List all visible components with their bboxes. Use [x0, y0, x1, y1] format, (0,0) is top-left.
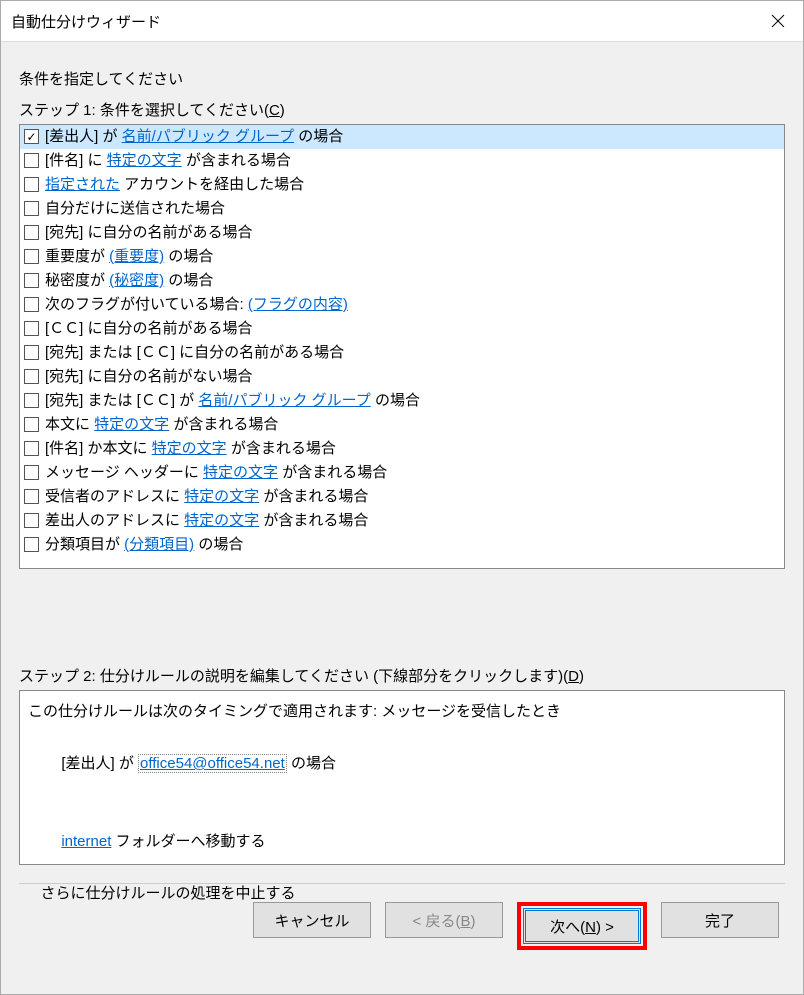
close-button[interactable] [753, 1, 803, 41]
close-icon [771, 14, 785, 28]
condition-text: 次のフラグが付いている場合: (フラグの内容) [45, 293, 348, 317]
condition-checkbox[interactable] [24, 417, 39, 432]
condition-text: [件名] に 特定の文字 が含まれる場合 [45, 149, 291, 173]
condition-text: 自分だけに送信された場合 [45, 197, 225, 221]
condition-row[interactable]: [宛先] に自分の名前がある場合 [20, 221, 784, 245]
window-title: 自動仕分けウィザード [11, 11, 753, 32]
dialog-body: 条件を指定してください ステップ 1: 条件を選択してください(C) [差出人]… [1, 42, 803, 994]
condition-checkbox[interactable] [24, 273, 39, 288]
condition-text: [宛先] に自分の名前がない場合 [45, 365, 253, 389]
condition-link[interactable]: 指定された [45, 176, 120, 193]
condition-text: 差出人のアドレスに 特定の文字 が含まれる場合 [45, 509, 368, 533]
condition-text: [宛先] または [ＣＣ] に自分の名前がある場合 [45, 341, 344, 365]
condition-checkbox[interactable] [24, 513, 39, 528]
condition-checkbox[interactable] [24, 177, 39, 192]
rule-description-box[interactable]: この仕分けルールは次のタイミングで適用されます: メッセージを受信したとき [差… [19, 690, 785, 865]
condition-row[interactable]: 次のフラグが付いている場合: (フラグの内容) [20, 293, 784, 317]
condition-checkbox[interactable] [24, 465, 39, 480]
condition-text: 秘密度が (秘密度) の場合 [45, 269, 213, 293]
condition-text: 重要度が (重要度) の場合 [45, 245, 213, 269]
step1-label: ステップ 1: 条件を選択してください(C) [19, 99, 785, 120]
condition-text: [差出人] が 名前/パブリック グループ の場合 [45, 125, 343, 149]
condition-checkbox[interactable] [24, 129, 39, 144]
condition-row[interactable]: 秘密度が (秘密度) の場合 [20, 269, 784, 293]
condition-link[interactable]: (重要度) [109, 248, 164, 265]
condition-checkbox[interactable] [24, 153, 39, 168]
condition-link[interactable]: 特定の文字 [203, 464, 278, 481]
condition-text: [宛先] に自分の名前がある場合 [45, 221, 253, 245]
next-button[interactable]: 次へ(N) > [523, 908, 641, 944]
condition-checkbox[interactable] [24, 393, 39, 408]
condition-row[interactable]: [ＣＣ] に自分の名前がある場合 [20, 317, 784, 341]
condition-row[interactable]: [件名] に 特定の文字 が含まれる場合 [20, 149, 784, 173]
desc-line-move: internet フォルダーへ移動する [28, 803, 776, 881]
condition-checkbox[interactable] [24, 345, 39, 360]
condition-row[interactable]: 分類項目が (分類項目) の場合 [20, 533, 784, 557]
button-row: キャンセル < 戻る(B) 次へ(N) > 完了 [19, 883, 785, 950]
condition-checkbox[interactable] [24, 441, 39, 456]
condition-row[interactable]: [差出人] が 名前/パブリック グループ の場合 [20, 125, 784, 149]
condition-link[interactable]: (分類項目) [124, 536, 194, 553]
condition-link[interactable]: 名前/パブリック グループ [122, 128, 294, 145]
sender-link[interactable]: office54@office54.net [138, 754, 287, 773]
condition-text: 指定された アカウントを経由した場合 [45, 173, 304, 197]
condition-row[interactable]: 受信者のアドレスに 特定の文字 が含まれる場合 [20, 485, 784, 509]
condition-text: [宛先] または [ＣＣ] が 名前/パブリック グループ の場合 [45, 389, 420, 413]
condition-text: [件名] か本文に 特定の文字 が含まれる場合 [45, 437, 336, 461]
condition-checkbox[interactable] [24, 321, 39, 336]
folder-link[interactable]: internet [61, 833, 111, 850]
condition-row[interactable]: 差出人のアドレスに 特定の文字 が含まれる場合 [20, 509, 784, 533]
back-button: < 戻る(B) [385, 902, 503, 938]
conditions-heading: 条件を指定してください [19, 68, 785, 89]
condition-link[interactable]: 特定の文字 [152, 440, 227, 457]
condition-link[interactable]: 特定の文字 [184, 488, 259, 505]
condition-text: [ＣＣ] に自分の名前がある場合 [45, 317, 253, 341]
condition-row[interactable]: [件名] か本文に 特定の文字 が含まれる場合 [20, 437, 784, 461]
wizard-dialog: 自動仕分けウィザード 条件を指定してください ステップ 1: 条件を選択してくだ… [0, 0, 804, 995]
condition-checkbox[interactable] [24, 369, 39, 384]
condition-row[interactable]: 自分だけに送信された場合 [20, 197, 784, 221]
condition-link[interactable]: (フラグの内容) [248, 296, 348, 313]
condition-text: 分類項目が (分類項目) の場合 [45, 533, 243, 557]
finish-button[interactable]: 完了 [661, 902, 779, 938]
next-button-highlight: 次へ(N) > [517, 902, 647, 950]
condition-checkbox[interactable] [24, 537, 39, 552]
conditions-listbox[interactable]: [差出人] が 名前/パブリック グループ の場合[件名] に 特定の文字 が含… [19, 124, 785, 569]
condition-row[interactable]: 指定された アカウントを経由した場合 [20, 173, 784, 197]
title-bar: 自動仕分けウィザード [1, 1, 803, 42]
step2-label: ステップ 2: 仕分けルールの説明を編集してください (下線部分をクリックします… [19, 665, 785, 686]
condition-row[interactable]: [宛先] または [ＣＣ] に自分の名前がある場合 [20, 341, 784, 365]
condition-text: メッセージ ヘッダーに 特定の文字 が含まれる場合 [45, 461, 387, 485]
condition-checkbox[interactable] [24, 225, 39, 240]
condition-checkbox[interactable] [24, 201, 39, 216]
condition-row[interactable]: 本文に 特定の文字 が含まれる場合 [20, 413, 784, 437]
condition-link[interactable]: (秘密度) [109, 272, 164, 289]
condition-text: 本文に 特定の文字 が含まれる場合 [45, 413, 278, 437]
condition-checkbox[interactable] [24, 297, 39, 312]
desc-line-from: [差出人] が office54@office54.net の場合 [28, 725, 776, 803]
desc-line-applied: この仕分けルールは次のタイミングで適用されます: メッセージを受信したとき [28, 699, 776, 725]
condition-row[interactable]: メッセージ ヘッダーに 特定の文字 が含まれる場合 [20, 461, 784, 485]
condition-row[interactable]: 重要度が (重要度) の場合 [20, 245, 784, 269]
condition-checkbox[interactable] [24, 489, 39, 504]
condition-link[interactable]: 特定の文字 [184, 512, 259, 529]
condition-text: 受信者のアドレスに 特定の文字 が含まれる場合 [45, 485, 368, 509]
condition-row[interactable]: [宛先] に自分の名前がない場合 [20, 365, 784, 389]
condition-link[interactable]: 名前/パブリック グループ [198, 392, 370, 409]
condition-link[interactable]: 特定の文字 [107, 152, 182, 169]
condition-checkbox[interactable] [24, 249, 39, 264]
condition-link[interactable]: 特定の文字 [94, 416, 169, 433]
condition-row[interactable]: [宛先] または [ＣＣ] が 名前/パブリック グループ の場合 [20, 389, 784, 413]
cancel-button[interactable]: キャンセル [253, 902, 371, 938]
